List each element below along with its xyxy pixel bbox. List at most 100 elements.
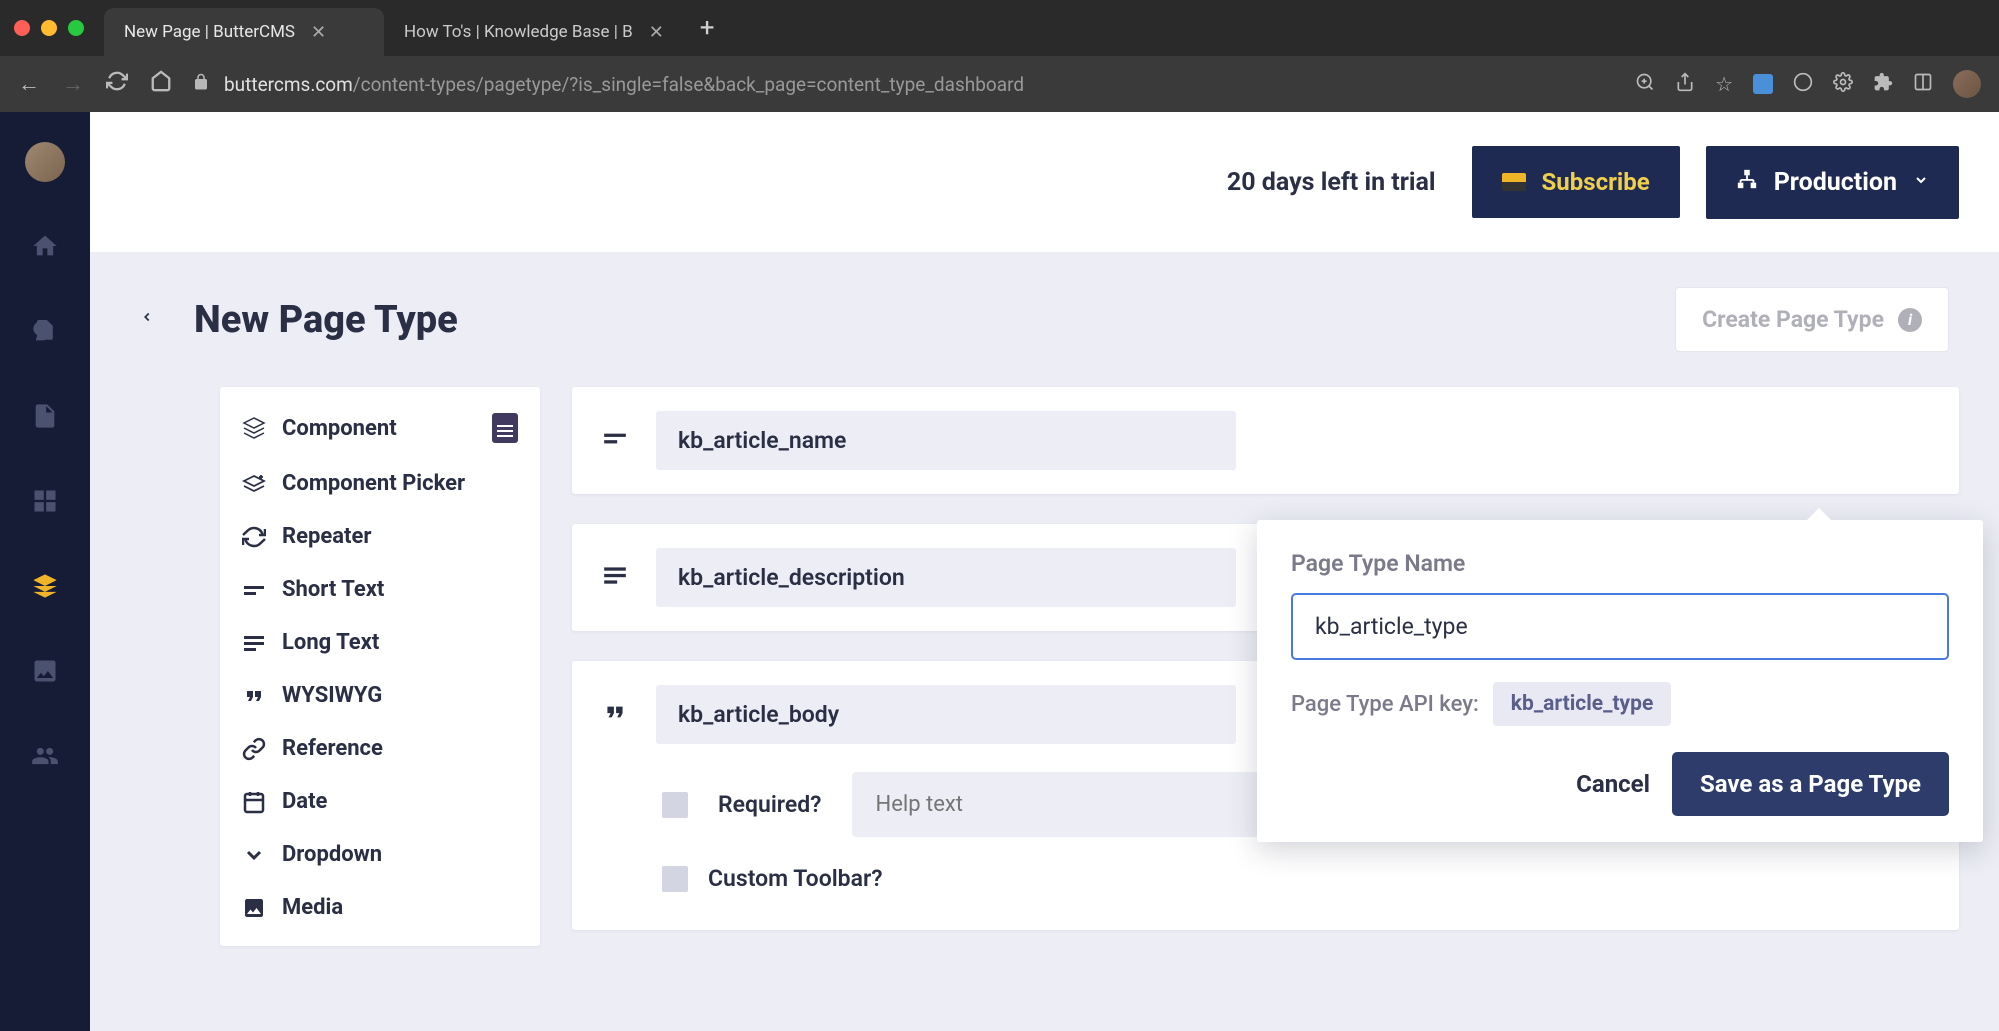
short-text-icon xyxy=(602,425,632,457)
short-text-icon xyxy=(242,578,266,602)
browser-titlebar: New Page | ButterCMS ✕ How To's | Knowle… xyxy=(0,0,1999,56)
bookmark-icon[interactable]: ☆ xyxy=(1715,72,1733,96)
field-name[interactable]: kb_article_body xyxy=(656,685,1236,744)
create-button-label: Create Page Type xyxy=(1702,306,1884,333)
user-avatar[interactable] xyxy=(25,142,65,182)
field-type-label: Component xyxy=(282,416,397,441)
tab-title: New Page | ButterCMS xyxy=(124,22,295,42)
tab-close-icon[interactable]: ✕ xyxy=(311,22,326,43)
required-checkbox[interactable] xyxy=(662,792,688,818)
wysiwyg-icon xyxy=(602,699,632,731)
field-type-dropdown[interactable]: Dropdown xyxy=(220,828,540,881)
fields-column: kb_article_name kb_article_description P… xyxy=(572,387,1959,946)
new-tab-button[interactable]: + xyxy=(700,13,715,43)
field-types-panel: Component Component Picker Repeater xyxy=(220,387,540,946)
calendar-icon xyxy=(242,790,266,814)
reload-button[interactable] xyxy=(106,70,128,98)
field-name: kb_article_name xyxy=(656,411,1236,470)
nav-media-icon[interactable] xyxy=(31,657,59,692)
library-icon[interactable] xyxy=(492,413,518,443)
subscribe-label: Subscribe xyxy=(1542,168,1650,196)
zoom-icon[interactable] xyxy=(1635,72,1655,97)
browser-tab-active[interactable]: New Page | ButterCMS ✕ xyxy=(104,8,384,56)
window-maximize-button[interactable] xyxy=(68,20,84,36)
field-type-wysiwyg[interactable]: WYSIWYG xyxy=(220,669,540,722)
browser-actions: ☆ xyxy=(1635,70,1981,98)
url-text: buttercms.com/content-types/pagetype/?is… xyxy=(224,73,1024,96)
nav-collections-icon[interactable] xyxy=(31,487,59,522)
nav-blog-icon[interactable] xyxy=(31,317,59,352)
field-name: kb_article_description xyxy=(656,548,1236,607)
link-icon xyxy=(242,737,266,761)
browser-tabs: New Page | ButterCMS ✕ How To's | Knowle… xyxy=(104,0,715,56)
window-minimize-button[interactable] xyxy=(41,20,57,36)
trial-text: 20 days left in trial xyxy=(1227,168,1436,197)
chevron-down-icon xyxy=(1913,172,1929,192)
back-button[interactable]: ← xyxy=(18,71,40,97)
custom-toolbar-option: Custom Toolbar? xyxy=(602,865,1929,892)
subscribe-button[interactable]: Subscribe xyxy=(1472,146,1680,218)
side-nav xyxy=(0,112,90,1031)
lock-icon xyxy=(192,73,210,96)
field-type-date[interactable]: Date xyxy=(220,775,540,828)
field-row[interactable]: kb_article_name xyxy=(572,387,1959,494)
field-type-component[interactable]: Component xyxy=(220,399,540,457)
profile-avatar[interactable] xyxy=(1953,70,1981,98)
tab-title: How To's | Knowledge Base | B xyxy=(404,22,633,42)
field-type-label: Media xyxy=(282,895,343,920)
page-title: New Page Type xyxy=(194,298,458,342)
field-type-repeater[interactable]: Repeater xyxy=(220,510,540,563)
browser-toolbar: ← → buttercms.com/content-types/pagetype… xyxy=(0,56,1999,112)
layers-icon xyxy=(242,416,266,440)
custom-toolbar-checkbox[interactable] xyxy=(662,866,688,892)
environment-selector[interactable]: Production xyxy=(1706,146,1959,219)
home-button[interactable] xyxy=(150,70,172,98)
field-type-component-picker[interactable]: Component Picker xyxy=(220,457,540,510)
field-type-label: Component Picker xyxy=(282,471,465,496)
app-container: 20 days left in trial Subscribe Producti… xyxy=(0,112,1999,1031)
tab-close-icon[interactable]: ✕ xyxy=(649,22,664,43)
page-title-bar: New Page Type Create Page Type i xyxy=(90,252,1999,387)
field-type-label: WYSIWYG xyxy=(282,683,382,708)
dropdown-icon xyxy=(242,843,266,867)
extension-icon-2[interactable] xyxy=(1793,72,1813,97)
api-key-label: Page Type API key: xyxy=(1291,692,1479,717)
window-controls xyxy=(14,20,84,36)
long-text-icon xyxy=(602,562,632,594)
custom-toolbar-label: Custom Toolbar? xyxy=(708,865,883,892)
share-icon[interactable] xyxy=(1675,72,1695,97)
sitemap-icon xyxy=(1736,168,1758,196)
card-icon xyxy=(1502,173,1526,191)
address-bar[interactable]: buttercms.com/content-types/pagetype/?is… xyxy=(192,73,1615,96)
save-page-type-button[interactable]: Save as a Page Type xyxy=(1672,752,1949,816)
info-icon: i xyxy=(1898,308,1922,332)
field-type-label: Short Text xyxy=(282,577,384,602)
nav-pages-icon[interactable] xyxy=(31,402,59,437)
field-type-media[interactable]: Media xyxy=(220,881,540,934)
nav-home-icon[interactable] xyxy=(31,232,59,267)
api-key-row: Page Type API key: kb_article_type xyxy=(1291,682,1949,726)
forward-button[interactable]: → xyxy=(62,71,84,97)
extension-icon-1[interactable] xyxy=(1753,74,1773,94)
help-text-input[interactable] xyxy=(852,772,1292,837)
field-type-label: Long Text xyxy=(282,630,379,655)
main-content: 20 days left in trial Subscribe Producti… xyxy=(90,112,1999,1031)
create-page-type-button[interactable]: Create Page Type i xyxy=(1675,287,1949,352)
extensions-icon[interactable] xyxy=(1873,72,1893,97)
nav-content-types-icon[interactable] xyxy=(31,572,59,607)
required-label: Required? xyxy=(718,791,822,818)
content-area: Component Component Picker Repeater xyxy=(90,387,1999,976)
tabs-icon[interactable] xyxy=(1913,72,1933,97)
window-close-button[interactable] xyxy=(14,20,30,36)
page-type-name-input[interactable] xyxy=(1291,593,1949,660)
environment-label: Production xyxy=(1774,168,1897,197)
back-link[interactable] xyxy=(140,305,154,335)
field-type-long-text[interactable]: Long Text xyxy=(220,616,540,669)
nav-users-icon[interactable] xyxy=(31,742,59,777)
field-type-short-text[interactable]: Short Text xyxy=(220,563,540,616)
top-header: 20 days left in trial Subscribe Producti… xyxy=(90,112,1999,252)
browser-tab[interactable]: How To's | Knowledge Base | B ✕ xyxy=(384,8,684,56)
cancel-button[interactable]: Cancel xyxy=(1576,770,1650,798)
settings-icon[interactable] xyxy=(1833,72,1853,97)
field-type-reference[interactable]: Reference xyxy=(220,722,540,775)
